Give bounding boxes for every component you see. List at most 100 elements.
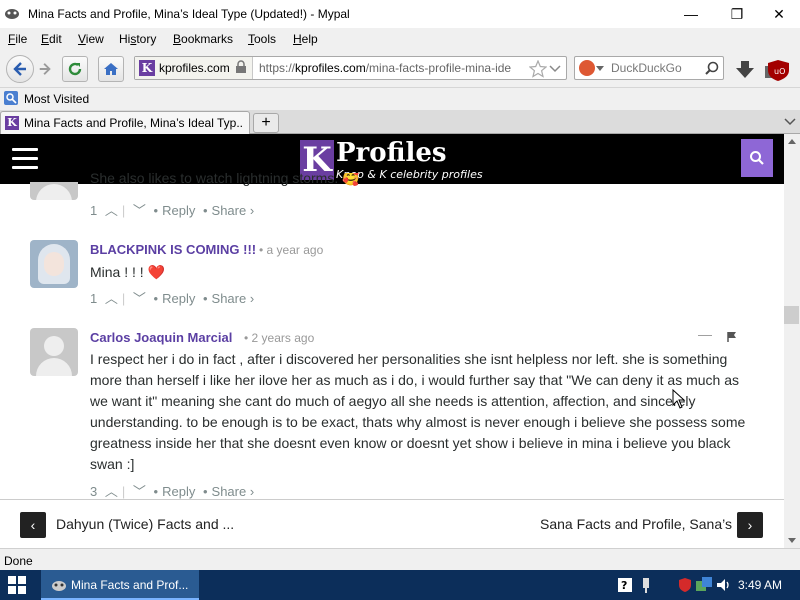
- upvote-icon[interactable]: ︿: [105, 291, 118, 306]
- menu-tools[interactable]: Tools: [248, 32, 276, 46]
- status-text: Done: [4, 554, 33, 568]
- status-bar: Done: [0, 548, 800, 570]
- window-titlebar: Mina Facts and Profile, Mina’s Ideal Typ…: [0, 0, 800, 28]
- tab-favicon: K: [5, 116, 19, 130]
- next-post-button[interactable]: ›: [737, 512, 763, 538]
- downloads-icon[interactable]: [733, 59, 757, 81]
- taskbar-mypal-item[interactable]: Mina Facts and Prof...: [41, 570, 199, 600]
- comment-actions: 1 ︿ | ﹀ • Reply • Share ›: [90, 203, 255, 218]
- upvote-icon[interactable]: ︿: [105, 484, 118, 499]
- windows-logo-icon: [8, 576, 26, 594]
- security-shield-tray-icon[interactable]: [678, 577, 692, 593]
- most-visited-icon: [4, 91, 18, 105]
- forward-arrow-icon: [39, 63, 51, 75]
- home-icon: [104, 63, 118, 75]
- help-tray-icon[interactable]: ?: [618, 578, 632, 592]
- upvote-icon[interactable]: ︿: [105, 203, 118, 218]
- mypal-taskbar-icon: [52, 581, 66, 591]
- new-tab-button[interactable]: +: [253, 113, 279, 133]
- hamburger-menu-icon[interactable]: [12, 148, 38, 170]
- reply-link[interactable]: Reply: [162, 484, 195, 499]
- forward-button[interactable]: [34, 57, 56, 81]
- identity-domain: kprofiles.com: [159, 61, 230, 75]
- svg-text:?: ?: [621, 579, 627, 592]
- back-arrow-icon: [13, 62, 26, 76]
- search-engine-dropdown-icon[interactable]: [596, 66, 604, 72]
- navigation-toolbar: K kprofiles.com https://kprofiles.com/mi…: [0, 50, 800, 88]
- search-icon: [750, 151, 764, 165]
- url-dropdown-icon[interactable]: [549, 65, 561, 73]
- bookmark-star-icon[interactable]: [529, 60, 547, 78]
- menu-help[interactable]: Help: [293, 32, 318, 46]
- menu-bookmarks[interactable]: Bookmarks: [173, 32, 233, 46]
- menu-bar: File Edit View History Bookmarks Tools H…: [0, 28, 800, 50]
- logo-wordmark: Profiles: [336, 138, 447, 168]
- minimize-button[interactable]: —: [668, 0, 714, 28]
- comment-text: Mina ! ! ! ❤️: [90, 264, 166, 280]
- page-scrollbar[interactable]: [784, 134, 800, 548]
- site-identity[interactable]: K kprofiles.com: [135, 57, 253, 79]
- restore-button[interactable]: ❐: [714, 0, 760, 28]
- svg-text:uO: uO: [774, 67, 785, 76]
- scroll-up-icon[interactable]: [788, 138, 796, 144]
- commenter-name[interactable]: Carlos Joaquin Marcial: [90, 330, 232, 345]
- tab-active[interactable]: K Mina Facts and Profile, Mina’s Ideal T…: [0, 111, 250, 134]
- scroll-down-icon[interactable]: [788, 538, 796, 544]
- menu-history[interactable]: History: [119, 32, 156, 46]
- url-bar[interactable]: K kprofiles.com https://kprofiles.com/mi…: [134, 56, 567, 80]
- mouse-cursor-icon: [672, 389, 686, 409]
- flag-icon[interactable]: [726, 331, 738, 343]
- post-navigation: ‹ Dahyun (Twice) Facts and ... Sana Fact…: [0, 499, 784, 548]
- home-button[interactable]: [98, 56, 124, 82]
- bookmark-most-visited[interactable]: Most Visited: [24, 92, 89, 106]
- share-link[interactable]: Share ›: [212, 291, 255, 306]
- prev-post-button[interactable]: ‹: [20, 512, 46, 538]
- search-placeholder: DuckDuckGo: [611, 61, 682, 75]
- vote-count: 1: [90, 291, 98, 306]
- search-bar[interactable]: DuckDuckGo: [574, 56, 724, 80]
- collapse-comment-icon[interactable]: —: [698, 326, 712, 342]
- comment-actions: 1 ︿ | ﹀ • Reply • Share ›: [90, 291, 255, 306]
- share-link[interactable]: Share ›: [212, 203, 255, 218]
- menu-file[interactable]: File: [8, 32, 27, 46]
- back-button[interactable]: [6, 55, 34, 83]
- reply-link[interactable]: Reply: [162, 203, 195, 218]
- tab-label: Mina Facts and Profile, Mina’s Ideal Typ…: [24, 116, 244, 130]
- reply-link[interactable]: Reply: [162, 291, 195, 306]
- search-icon[interactable]: [705, 61, 719, 75]
- share-link[interactable]: Share ›: [212, 484, 255, 499]
- downvote-icon[interactable]: ﹀: [133, 291, 146, 306]
- comment-time[interactable]: • a year ago: [259, 243, 323, 257]
- window-title: Mina Facts and Profile, Mina’s Ideal Typ…: [28, 7, 350, 21]
- commenter-name[interactable]: BLACKPINK IS COMING !!!: [90, 242, 256, 257]
- comment-text: She also likes to watch lightning storms…: [90, 173, 360, 186]
- comment-time[interactable]: • 2 years ago: [244, 331, 314, 345]
- comment-avatar[interactable]: [30, 240, 78, 288]
- site-search-button[interactable]: [741, 139, 773, 177]
- menu-edit[interactable]: Edit: [41, 32, 62, 46]
- prev-post-link[interactable]: Dahyun (Twice) Facts and ...: [56, 516, 234, 532]
- app-tray-icon[interactable]: [696, 577, 712, 593]
- volume-tray-icon[interactable]: [716, 577, 732, 593]
- tab-list-icon[interactable]: [784, 114, 796, 128]
- taskbar-item-label: Mina Facts and Prof...: [71, 578, 189, 592]
- ublock-origin-icon[interactable]: uO: [765, 58, 791, 82]
- bookmarks-toolbar: Most Visited: [0, 88, 800, 110]
- url-text[interactable]: https://kprofiles.com/mina-facts-profile…: [259, 61, 519, 75]
- windows-taskbar: Mina Facts and Prof... ? 3:49 AM: [0, 570, 800, 600]
- reload-button[interactable]: [62, 56, 88, 82]
- lock-icon: [236, 60, 246, 73]
- tab-bar: K Mina Facts and Profile, Mina’s Ideal T…: [0, 110, 800, 134]
- comment-text: I respect her i do in fact , after i dis…: [90, 351, 746, 472]
- downvote-icon[interactable]: ﹀: [133, 484, 146, 499]
- taskbar-clock[interactable]: 3:49 AM: [738, 578, 782, 592]
- close-button[interactable]: ✕: [756, 0, 800, 28]
- network-tray-icon[interactable]: [640, 576, 654, 594]
- downvote-icon[interactable]: ﹀: [133, 203, 146, 218]
- scrollbar-thumb[interactable]: [784, 306, 799, 324]
- next-post-link[interactable]: Sana Facts and Profile, Sana’s I: [540, 516, 732, 532]
- menu-view[interactable]: View: [78, 32, 104, 46]
- duckduckgo-icon: [579, 60, 595, 76]
- start-button[interactable]: [0, 570, 40, 600]
- comment-avatar[interactable]: [30, 328, 78, 376]
